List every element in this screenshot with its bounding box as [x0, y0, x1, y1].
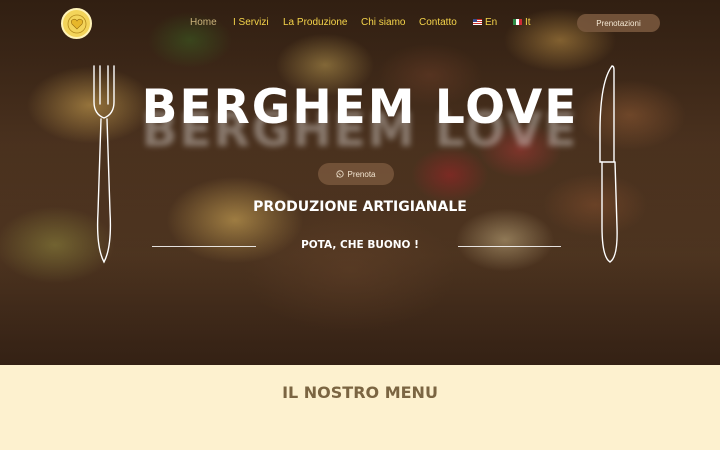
- menu-heading: IL NOSTRO MENU: [282, 383, 438, 402]
- nav-item-contatto[interactable]: Contatto: [419, 17, 457, 28]
- language-it-label: It: [525, 17, 531, 28]
- prenota-button-label: Prenota: [347, 169, 376, 179]
- language-en-label: En: [485, 17, 498, 28]
- hero-subtitle: PRODUZIONE ARTIGIANALE: [253, 199, 467, 215]
- divider-right: [458, 246, 561, 247]
- language-it[interactable]: It: [513, 17, 531, 28]
- booking-button[interactable]: Prenotazioni: [577, 14, 660, 32]
- hero-title: BERGHEM LOVE: [141, 80, 579, 135]
- italy-flag-icon: [513, 19, 522, 25]
- nav-item-produzione[interactable]: La Produzione: [283, 17, 348, 28]
- prenota-button[interactable]: Prenota: [318, 163, 394, 185]
- nav-item-chi-siamo[interactable]: Chi siamo: [361, 17, 405, 28]
- menu-section: IL NOSTRO MENU: [0, 365, 720, 450]
- hero-tagline: POTA, CHE BUONO !: [301, 239, 419, 251]
- us-flag-icon: [473, 19, 482, 25]
- nav-item-home[interactable]: Home: [190, 17, 217, 28]
- language-en[interactable]: En: [473, 17, 497, 28]
- nav-item-servizi[interactable]: I Servizi: [233, 17, 269, 28]
- whatsapp-icon: [336, 170, 345, 178]
